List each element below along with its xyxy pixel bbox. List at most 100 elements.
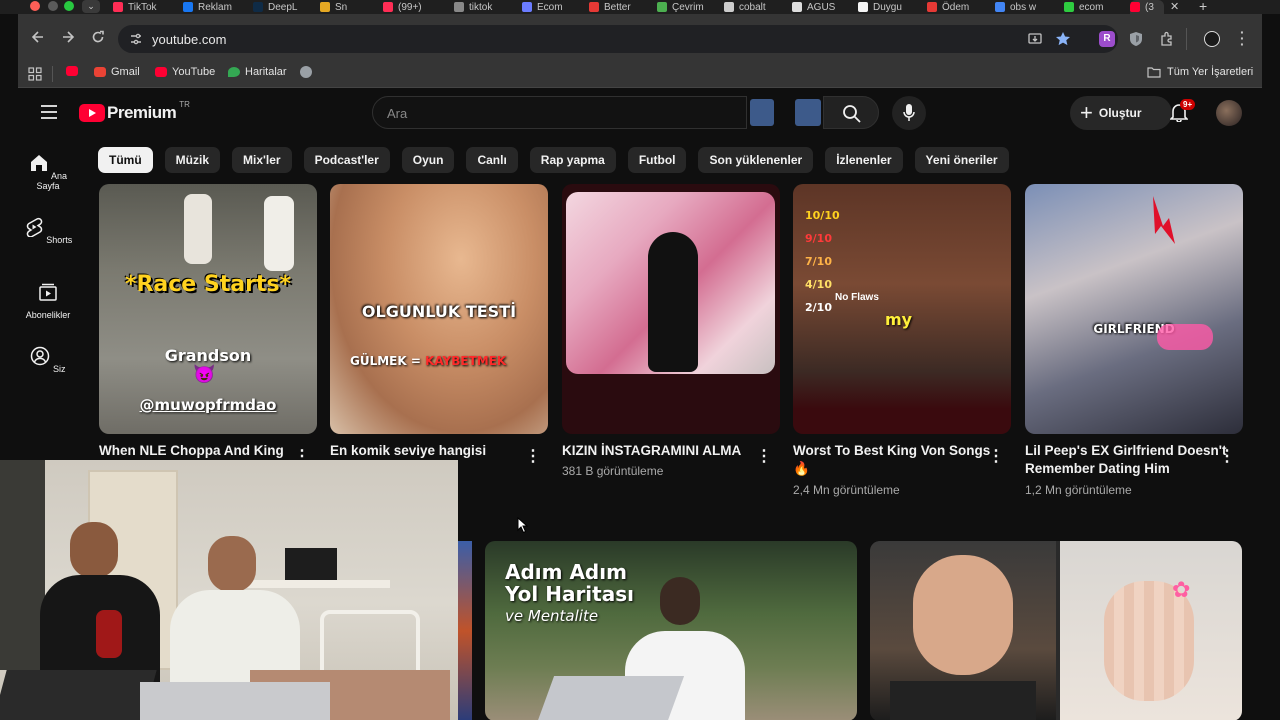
install-app-icon[interactable] xyxy=(1028,32,1042,46)
tab-search-button[interactable]: ⌄ xyxy=(82,0,100,13)
video-thumbnail[interactable]: Adım Adım Yol Haritası ve Mentalite xyxy=(485,541,857,720)
extension-icon[interactable]: R xyxy=(1099,31,1115,47)
search-box[interactable]: Ara xyxy=(372,96,821,129)
keyboard-extension-icon[interactable] xyxy=(795,99,821,126)
translate-extension-icon[interactable] xyxy=(750,99,774,126)
filter-chip[interactable]: Podcast'ler xyxy=(303,147,390,173)
webcam-overlay xyxy=(0,460,458,720)
guide-you[interactable]: Siz xyxy=(18,346,78,374)
close-window-button[interactable] xyxy=(30,1,40,11)
tab-title: (3 xyxy=(1145,1,1154,13)
thumbnail-caption: No Flaws xyxy=(835,292,879,303)
video-title[interactable]: Worst To Best King Von Songs xyxy=(793,442,990,460)
bookmark-haritalar[interactable]: Haritalar xyxy=(228,66,287,78)
webcam-doorway xyxy=(0,460,45,670)
browser-tab[interactable]: Duygu xyxy=(858,0,920,14)
filter-chip[interactable]: Rap yapma xyxy=(529,147,616,173)
video-title[interactable]: Lil Peep's EX Girlfriend Doesn't xyxy=(1025,442,1226,460)
video-menu-icon[interactable]: ⋮ xyxy=(1219,448,1235,466)
search-placeholder: Ara xyxy=(387,106,408,121)
tab-title: Better xyxy=(604,1,631,13)
back-button[interactable] xyxy=(28,30,48,50)
voice-search-button[interactable] xyxy=(892,96,926,130)
video-menu-icon[interactable]: ⋮ xyxy=(756,448,772,466)
youtube-play-logo-icon xyxy=(79,104,105,122)
filter-chip[interactable]: Müzik xyxy=(164,147,221,173)
video-title[interactable]: KIZIN İNSTAGRAMINI ALMA xyxy=(562,442,741,460)
notifications-button[interactable]: 9+ xyxy=(1169,99,1196,127)
video-thumbnail[interactable] xyxy=(562,184,780,434)
guide-home[interactable]: Ana Sayfa xyxy=(18,153,78,191)
filter-chip[interactable]: Tümü xyxy=(98,147,153,173)
account-avatar[interactable] xyxy=(1216,100,1242,126)
browser-tab[interactable]: Çevrim xyxy=(657,0,719,14)
filter-chip[interactable]: Canlı xyxy=(466,147,518,173)
browser-tab[interactable]: tiktok xyxy=(454,0,516,14)
video-title[interactable]: En komik seviye hangisi xyxy=(330,442,486,460)
video-thumbnail[interactable]: OLGUNLUK TESTİ GÜLMEK = KAYBETMEK xyxy=(330,184,548,434)
guide-subscriptions[interactable]: Abonelikler xyxy=(18,282,78,320)
tab-strip: ⌄ TikTok Reklam DeepL Sn (99+) tiktok Ecom Bett… xyxy=(0,0,1280,14)
all-bookmarks-button[interactable]: Tüm Yer İşaretleri xyxy=(1147,66,1253,78)
filter-chip[interactable]: Futbol xyxy=(627,147,687,173)
browser-tab[interactable]: cobalt xyxy=(724,0,786,14)
site-settings-icon[interactable] xyxy=(129,32,143,46)
browser-tab[interactable]: (3 xyxy=(1130,0,1164,14)
new-tab-button[interactable]: + xyxy=(1199,0,1207,14)
browser-menu-icon[interactable]: · · · xyxy=(1240,25,1245,51)
browser-tab[interactable]: Reklam xyxy=(183,0,245,14)
browser-tab[interactable]: Sn xyxy=(320,0,382,14)
tab-title: (99+) xyxy=(398,1,422,13)
apps-grid-icon[interactable] xyxy=(28,67,42,81)
bookmark-youtube[interactable]: YouTube xyxy=(155,66,215,78)
mouse-cursor-icon xyxy=(517,517,529,533)
bookmark-youtube-icon-only[interactable] xyxy=(66,66,83,76)
address-bar[interactable]: youtube.com xyxy=(118,25,1118,53)
browser-tab[interactable]: DeepL xyxy=(253,0,315,14)
shield-extension-icon[interactable] xyxy=(1129,31,1143,47)
browser-tab[interactable]: Ödem xyxy=(927,0,989,14)
bookmark-gmail[interactable]: Gmail xyxy=(94,66,140,78)
filter-chip[interactable]: İzlenenler xyxy=(825,147,903,173)
browser-tab[interactable]: (99+) xyxy=(383,0,445,14)
browser-tab[interactable]: Ecom xyxy=(522,0,584,14)
youtube-logo[interactable]: Premium TR xyxy=(79,100,190,123)
extensions-puzzle-icon[interactable] xyxy=(1159,31,1175,47)
filter-chip[interactable]: Oyun xyxy=(401,147,455,173)
forward-button[interactable] xyxy=(58,30,78,50)
bookmark-globe[interactable] xyxy=(300,66,317,78)
video-menu-icon[interactable]: ⋮ xyxy=(525,448,541,466)
close-tab-icon[interactable]: ✕ xyxy=(1170,0,1179,13)
browser-tab[interactable]: AGUS xyxy=(792,0,854,14)
search-icon xyxy=(843,105,861,123)
video-thumbnail[interactable]: 10/10 9/10 7/10 4/10 2/10 No Flaws my xyxy=(793,184,1011,434)
youtube-icon xyxy=(66,66,78,76)
browser-tab[interactable]: ecom xyxy=(1064,0,1126,14)
guide-menu-button[interactable] xyxy=(40,105,58,124)
filter-chip[interactable]: Mix'ler xyxy=(232,147,292,173)
video-thumbnail[interactable]: ✿ xyxy=(870,541,1242,720)
filter-chip[interactable]: Yeni öneriler xyxy=(914,147,1009,173)
guide-shorts[interactable]: Shorts xyxy=(18,217,78,245)
browser-tab[interactable]: Better xyxy=(589,0,651,14)
bookmark-star-icon[interactable] xyxy=(1055,31,1071,47)
thumbnail-caption: OLGUNLUK TESTİ xyxy=(361,302,517,321)
video-thumbnail-partial[interactable] xyxy=(458,541,472,720)
tab-title: cobalt xyxy=(739,1,766,13)
search-button[interactable] xyxy=(823,96,879,129)
video-menu-icon[interactable]: ⋮ xyxy=(988,448,1004,466)
filter-chip[interactable]: Son yüklenenler xyxy=(698,147,814,173)
profile-avatar[interactable] xyxy=(1204,31,1220,47)
browser-tab[interactable]: obs w xyxy=(995,0,1057,14)
tab-favicon-icon xyxy=(183,2,193,12)
video-title[interactable]: When NLE Choppa And King xyxy=(99,442,284,460)
maximize-window-button[interactable] xyxy=(64,1,74,11)
video-thumbnail[interactable]: *Race Starts* Grandson 😈 @muwopfrmdao xyxy=(99,184,317,434)
webcam-monitor xyxy=(285,548,337,583)
minimize-window-button[interactable] xyxy=(48,1,58,11)
browser-tab[interactable]: TikTok xyxy=(113,0,175,14)
reload-button[interactable] xyxy=(88,30,108,50)
video-thumbnail[interactable]: GIRLFRIEND xyxy=(1025,184,1243,434)
create-button[interactable]: + Oluştur xyxy=(1070,96,1172,130)
tab-favicon-icon xyxy=(253,2,263,12)
